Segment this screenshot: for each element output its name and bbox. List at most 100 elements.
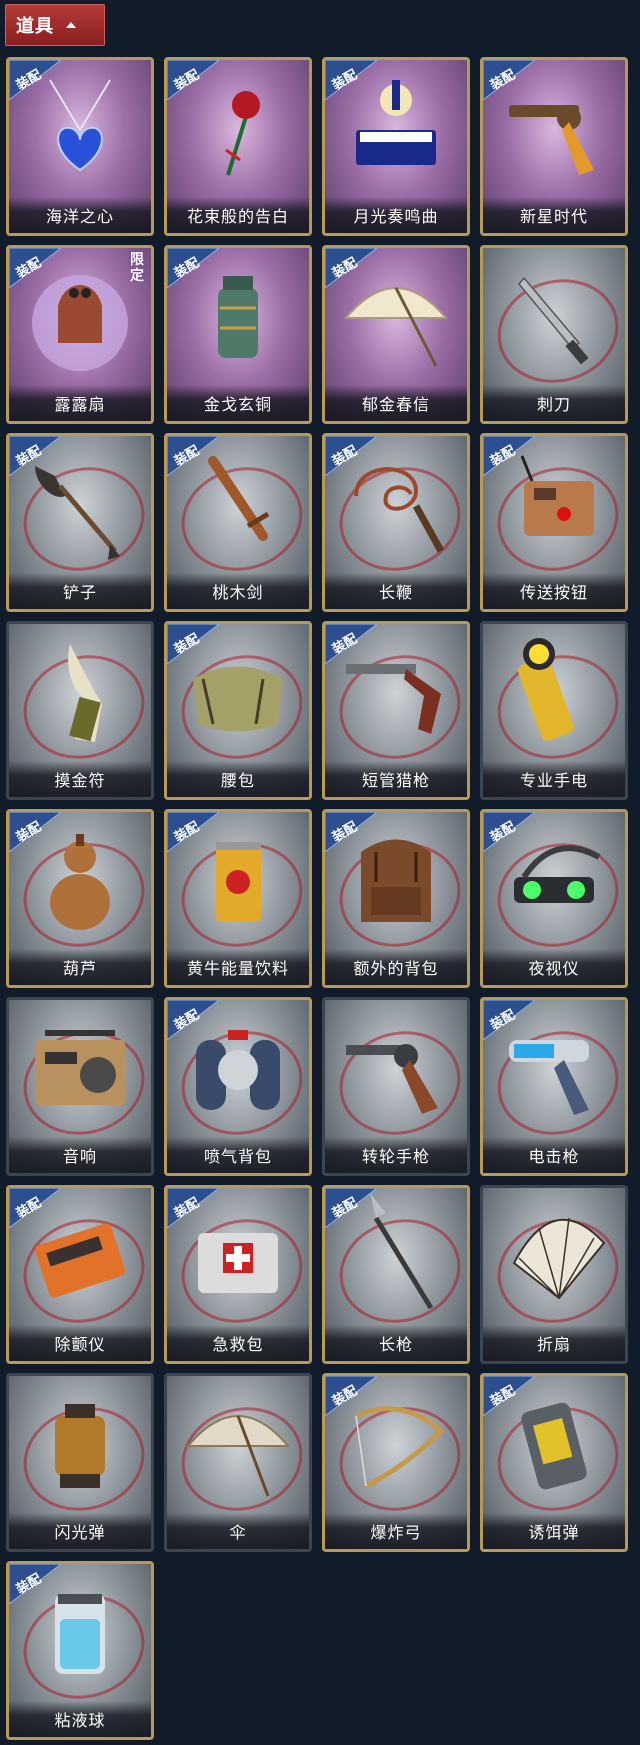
item-name: 露露扇 — [9, 385, 151, 421]
item-card[interactable]: 装配 铲子 — [6, 433, 154, 612]
item-name: 专业手电 — [483, 761, 625, 797]
equipped-badge: 装配 — [325, 60, 378, 101]
item-card[interactable]: 装配 传送按钮 — [480, 433, 628, 612]
item-card[interactable]: 装配 电击枪 — [480, 997, 628, 1176]
item-name: 腰包 — [167, 761, 309, 797]
equipped-badge: 装配 — [483, 436, 536, 477]
amulet-icon — [68, 644, 102, 742]
item-card[interactable]: 装配 长鞭 — [322, 433, 470, 612]
item-card[interactable]: 刺刀 — [480, 245, 628, 424]
item-name: 海洋之心 — [9, 197, 151, 233]
item-name: 夜视仪 — [483, 949, 625, 985]
equipped-badge: 装配 — [9, 248, 62, 289]
item-card[interactable]: 折扇 — [480, 1185, 628, 1364]
item-card[interactable]: 装配 诱饵弹 — [480, 1373, 628, 1552]
equipped-badge: 装配 — [325, 624, 378, 665]
item-name: 郁金春信 — [325, 385, 467, 421]
radio-icon — [35, 1030, 125, 1105]
item-name: 折扇 — [483, 1325, 625, 1361]
item-name: 新星时代 — [483, 197, 625, 233]
item-name: 铲子 — [9, 573, 151, 609]
item-name: 葫芦 — [9, 949, 151, 985]
equipped-badge: 装配 — [9, 812, 62, 853]
equipped-badge: 装配 — [325, 436, 378, 477]
item-card[interactable]: 闪光弹 — [6, 1373, 154, 1552]
item-name: 黄牛能量饮料 — [167, 949, 309, 985]
equipped-badge: 装配 — [325, 812, 378, 853]
equipped-badge: 装配 — [325, 1188, 378, 1229]
item-card[interactable]: 转轮手枪 — [322, 997, 470, 1176]
equipped-badge: 装配 — [9, 1564, 62, 1605]
items-section-header[interactable]: 道具 — [5, 4, 105, 46]
equipped-badge: 装配 — [483, 1000, 536, 1041]
equipped-badge: 装配 — [9, 1188, 62, 1229]
item-name: 长鞭 — [325, 573, 467, 609]
equipped-badge: 装配 — [167, 248, 220, 289]
item-card[interactable]: 装配 除颤仪 — [6, 1185, 154, 1364]
item-card[interactable]: 装配 爆炸弓 — [322, 1373, 470, 1552]
item-card[interactable]: 装配 月光奏鸣曲 — [322, 57, 470, 236]
item-card[interactable]: 装配 金戈玄铜 — [164, 245, 312, 424]
item-card[interactable]: 装配 新星时代 — [480, 57, 628, 236]
item-name: 额外的背包 — [325, 949, 467, 985]
item-card[interactable]: 装配 花束般的告白 — [164, 57, 312, 236]
item-card[interactable]: 装配 郁金春信 — [322, 245, 470, 424]
item-card[interactable]: 装配 额外的背包 — [322, 809, 470, 988]
equipped-badge: 装配 — [9, 436, 62, 477]
item-card[interactable]: 装配 腰包 — [164, 621, 312, 800]
item-name: 音响 — [9, 1137, 151, 1173]
item-card[interactable]: 音响 — [6, 997, 154, 1176]
item-grid: 装配 海洋之心 装配 花束般的告白 装配 月光奏鸣曲 装配 新星时代 装配 限定 露露扇 装配 金戈玄铜… — [6, 57, 628, 1740]
flash-grenade-icon — [55, 1404, 105, 1488]
folding-fan-icon — [512, 1217, 606, 1300]
item-card[interactable]: 装配 夜视仪 — [480, 809, 628, 988]
equipped-badge: 装配 — [167, 1188, 220, 1229]
item-card[interactable]: 装配 粘液球 — [6, 1561, 154, 1740]
item-name: 除颤仪 — [9, 1325, 151, 1361]
equipped-badge: 装配 — [167, 436, 220, 477]
flashlight-icon — [518, 638, 574, 741]
item-name: 传送按钮 — [483, 573, 625, 609]
limited-tag: 限定 — [130, 252, 144, 284]
item-name: 摸金符 — [9, 761, 151, 797]
item-name: 伞 — [167, 1513, 309, 1549]
item-name: 闪光弹 — [9, 1513, 151, 1549]
equipped-badge: 装配 — [325, 1376, 378, 1417]
item-name: 诱饵弹 — [483, 1513, 625, 1549]
item-card[interactable]: 装配 黄牛能量饮料 — [164, 809, 312, 988]
item-card[interactable]: 专业手电 — [480, 621, 628, 800]
item-name: 金戈玄铜 — [167, 385, 309, 421]
equipped-badge: 装配 — [325, 248, 378, 289]
item-name: 刺刀 — [483, 385, 625, 421]
item-name: 转轮手枪 — [325, 1137, 467, 1173]
equipped-badge: 装配 — [483, 1376, 536, 1417]
item-card[interactable]: 摸金符 — [6, 621, 154, 800]
equipped-badge: 装配 — [483, 60, 536, 101]
item-card[interactable]: 装配 限定露露扇 — [6, 245, 154, 424]
item-name: 月光奏鸣曲 — [325, 197, 467, 233]
item-card[interactable]: 装配 短管猎枪 — [322, 621, 470, 800]
item-name: 花束般的告白 — [167, 197, 309, 233]
chevron-up-icon — [66, 22, 76, 28]
item-name: 急救包 — [167, 1325, 309, 1361]
equipped-badge: 装配 — [167, 1000, 220, 1041]
equipped-badge: 装配 — [167, 624, 220, 665]
item-name: 喷气背包 — [167, 1137, 309, 1173]
equipped-badge: 装配 — [9, 60, 62, 101]
item-card[interactable]: 装配 急救包 — [164, 1185, 312, 1364]
item-card[interactable]: 装配 葫芦 — [6, 809, 154, 988]
equipped-badge: 装配 — [167, 60, 220, 101]
bayonet-icon — [518, 276, 589, 365]
item-card[interactable]: 伞 — [164, 1373, 312, 1552]
equipped-badge: 装配 — [483, 812, 536, 853]
item-name: 短管猎枪 — [325, 761, 467, 797]
item-card[interactable]: 装配 桃木剑 — [164, 433, 312, 612]
item-card[interactable]: 装配 海洋之心 — [6, 57, 154, 236]
item-name: 桃木剑 — [167, 573, 309, 609]
section-title: 道具 — [16, 16, 54, 37]
item-card[interactable]: 装配 长枪 — [322, 1185, 470, 1364]
item-name: 长枪 — [325, 1325, 467, 1361]
item-name: 爆炸弓 — [325, 1513, 467, 1549]
item-name: 电击枪 — [483, 1137, 625, 1173]
item-card[interactable]: 装配 喷气背包 — [164, 997, 312, 1176]
